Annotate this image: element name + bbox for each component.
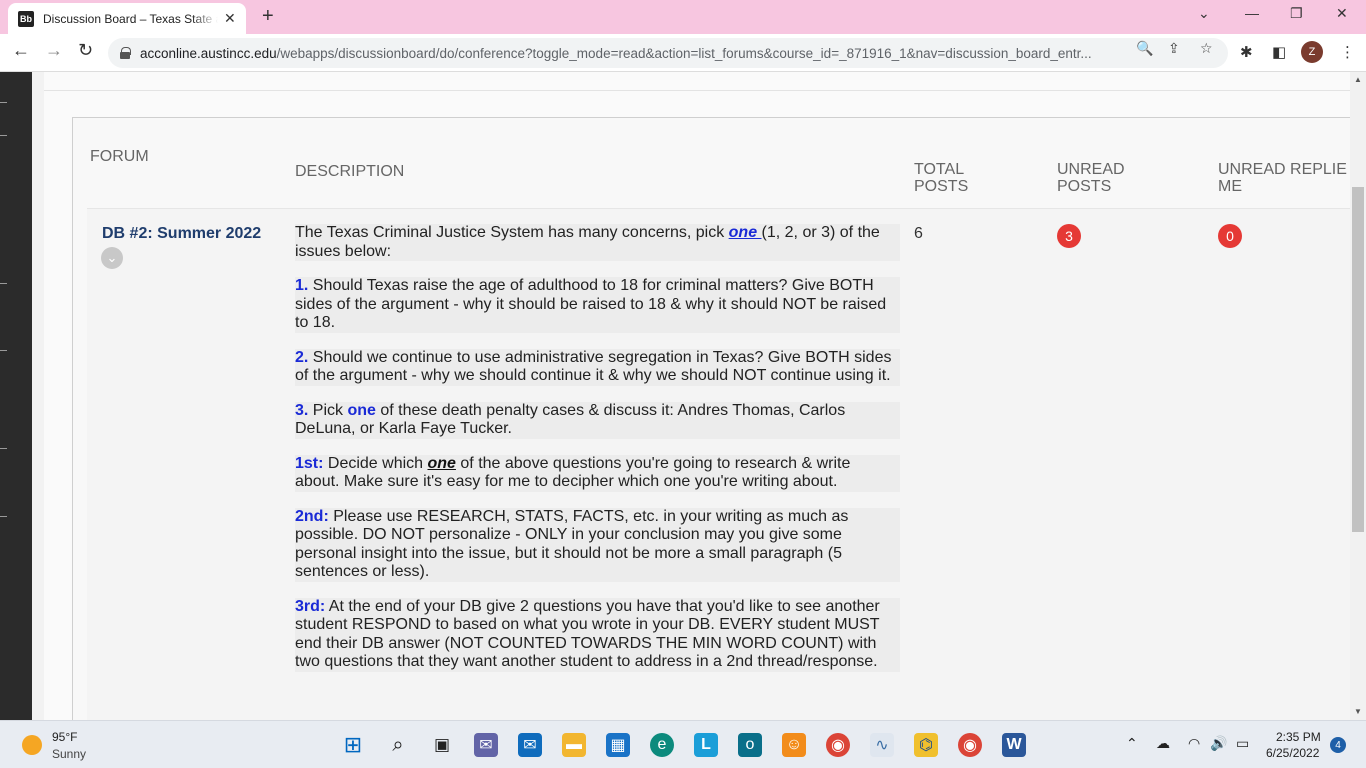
rail-tick [0, 102, 7, 103]
windows-start-icon[interactable]: ⊞ [341, 732, 365, 757]
header-unread-replies[interactable]: UNREAD REPLIE ME [1218, 161, 1347, 195]
desc-step-2: 2nd: Please use RESEARCH, STATS, FACTS, … [295, 507, 900, 582]
tab-title: Discussion Board – Texas State and Local… [43, 11, 218, 26]
task-view-icon[interactable]: ▣ [430, 733, 454, 757]
notification-count-badge[interactable]: 4 [1330, 737, 1346, 753]
app-l-icon[interactable]: L [694, 733, 718, 757]
desc-question-3: 3. Pick one of these death penalty cases… [295, 401, 900, 439]
lock-icon [120, 47, 131, 59]
forum-table: FORUM DESCRIPTION TOTAL POSTS UNREAD POS… [72, 117, 1350, 720]
header-forum[interactable]: FORUM [90, 148, 149, 165]
clock-date[interactable]: 6/25/2022 [1266, 746, 1319, 760]
microsoft-store-icon[interactable]: ▦ [606, 733, 630, 757]
forum-options-chevron-icon[interactable]: ⌄ [101, 247, 123, 269]
zoom-search-icon[interactable]: 🔍 [1136, 40, 1153, 57]
forum-description: The Texas Criminal Justice System has ma… [295, 224, 900, 688]
header-total-posts[interactable]: TOTAL POSTS [914, 161, 968, 195]
left-nav-rail [0, 72, 32, 720]
divider [44, 90, 1350, 91]
rail-tick [0, 448, 7, 449]
app-o-icon[interactable]: o [738, 733, 762, 757]
rail-tick [0, 135, 7, 136]
desc-question-2: 2. Should we continue to use administrat… [295, 348, 900, 386]
taskbar: 95°F Sunny ⊞ ⌕ ▣ ✉ ✉ ▬ ▦ e L o ☺ ◉ ∿ ⌬ ◉… [0, 720, 1366, 768]
bookmark-star-icon[interactable]: ☆ [1200, 40, 1213, 57]
content-area: FORUM DESCRIPTION TOTAL POSTS UNREAD POS… [44, 72, 1350, 720]
address-bar[interactable]: acconline.austincc.edu/webapps/discussio… [108, 38, 1228, 68]
onedrive-cloud-icon[interactable]: ☁ [1156, 735, 1170, 752]
stocks-app-icon[interactable]: ∿ [870, 733, 894, 757]
total-posts-count: 6 [914, 225, 923, 242]
desc-question-1: 1. Should Texas raise the age of adultho… [295, 277, 900, 333]
forward-arrow-icon[interactable]: → [45, 40, 63, 61]
reload-icon[interactable]: ↻ [78, 40, 93, 61]
clock-time[interactable]: 2:35 PM [1276, 730, 1321, 744]
desc-step-1: 1st: Decide which one of the above quest… [295, 454, 900, 492]
tab-search-chevron-icon[interactable]: ⌄ [1198, 5, 1210, 22]
extensions-puzzle-icon[interactable]: ✱ [1240, 43, 1253, 61]
rail-tick [0, 516, 7, 517]
sun-weather-icon[interactable] [22, 735, 42, 755]
side-panel-icon[interactable]: ◧ [1272, 43, 1286, 61]
edge-browser-icon[interactable]: e [650, 733, 674, 757]
mail-icon[interactable]: ✉ [518, 733, 542, 757]
scroll-down-icon[interactable]: ▼ [1354, 707, 1362, 716]
tab-close-icon[interactable]: ✕ [224, 10, 236, 27]
chrome-icon[interactable]: ◉ [826, 733, 850, 757]
scroll-thumb[interactable] [1352, 187, 1364, 532]
minimize-icon[interactable]: — [1245, 5, 1259, 21]
show-hidden-icons-icon[interactable]: ⌃ [1126, 735, 1138, 752]
teams-chat-icon[interactable]: ✉ [474, 733, 498, 757]
scroll-up-icon[interactable]: ▲ [1354, 75, 1362, 84]
header-description: DESCRIPTION [295, 163, 405, 180]
page-content: FORUM DESCRIPTION TOTAL POSTS UNREAD POS… [32, 72, 1350, 720]
browser-toolbar: ← → ↻ acconline.austincc.edu/webapps/dis… [0, 34, 1366, 72]
weather-temperature[interactable]: 95°F [52, 730, 77, 744]
desc-intro: The Texas Criminal Justice System has ma… [295, 224, 900, 261]
restore-icon[interactable]: ❐ [1290, 5, 1303, 22]
battery-icon[interactable]: ▭ [1236, 735, 1249, 752]
desc-step-3: 3rd: At the end of your DB give 2 questi… [295, 597, 900, 672]
app-orange-icon[interactable]: ☺ [782, 733, 806, 757]
rail-tick [0, 283, 7, 284]
file-explorer-icon[interactable]: ▬ [562, 733, 586, 757]
close-window-icon[interactable]: ✕ [1336, 5, 1348, 22]
blackboard-favicon-icon: Bb [18, 10, 34, 27]
new-tab-icon[interactable]: + [262, 5, 274, 28]
forum-link-db2[interactable]: DB #2: Summer 2022 [102, 225, 261, 243]
share-icon[interactable]: ⇪ [1168, 40, 1180, 57]
wifi-icon[interactable]: ◠ [1188, 735, 1200, 752]
header-unread-posts[interactable]: UNREAD POSTS [1057, 161, 1125, 195]
python-icon[interactable]: ⌬ [914, 733, 938, 757]
volume-icon[interactable]: 🔊 [1210, 735, 1227, 752]
back-arrow-icon[interactable]: ← [12, 40, 30, 61]
rail-tick [0, 350, 7, 351]
word-icon[interactable]: W [1002, 733, 1026, 757]
menu-kebab-icon[interactable]: ⋮ [1340, 43, 1355, 61]
chrome-profile-icon[interactable]: ◉ [958, 733, 982, 757]
page-scrollbar[interactable]: ▲ ▼ [1350, 72, 1366, 720]
unread-replies-badge[interactable]: 0 [1218, 224, 1242, 248]
profile-avatar[interactable]: Z [1301, 41, 1323, 63]
unread-posts-badge[interactable]: 3 [1057, 224, 1081, 248]
tab-discussion-board[interactable]: Bb Discussion Board – Texas State and Lo… [8, 3, 246, 34]
search-icon[interactable]: ⌕ [386, 733, 410, 757]
url-text: acconline.austincc.edu/webapps/discussio… [140, 45, 1092, 61]
weather-condition[interactable]: Sunny [52, 747, 86, 761]
tab-strip: Bb Discussion Board – Texas State and Lo… [0, 0, 1366, 34]
